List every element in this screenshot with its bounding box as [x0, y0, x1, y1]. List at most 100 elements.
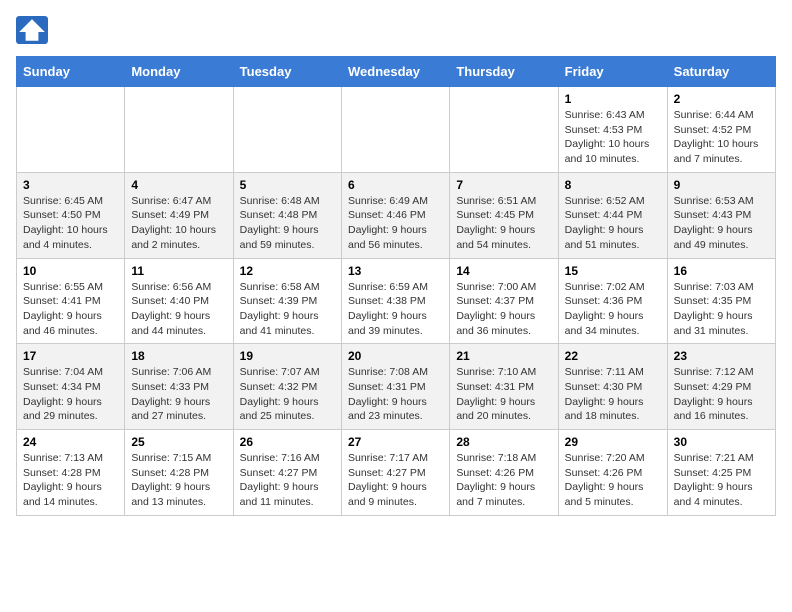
calendar-cell: 16Sunrise: 7:03 AM Sunset: 4:35 PM Dayli… [667, 258, 775, 344]
logo-icon [16, 16, 48, 44]
day-number: 24 [23, 435, 118, 449]
calendar-cell: 8 Sunrise: 6:52 AM Sunset: 4:44 PM Daylig… [558, 172, 667, 258]
day-number: 17 [23, 349, 118, 363]
calendar-cell: 27Sunrise: 7:17 AM Sunset: 4:27 PM Dayli… [341, 430, 449, 516]
day-info: Sunrise: 6:55 AM Sunset: 4:41 PM Dayligh… [23, 280, 118, 339]
calendar-cell: 24 Sunrise: 7:13 AM Sunset: 4:28 PM Dayli… [17, 430, 125, 516]
day-number: 4 [131, 178, 226, 192]
day-number: 3 [23, 178, 118, 192]
calendar-cell: 13 Sunrise: 6:59 AM Sunset: 4:38 PM Dayli… [341, 258, 449, 344]
day-info: Sunrise: 6:59 AM Sunset: 4:38 PM Dayligh… [348, 280, 443, 339]
day-info: Sunrise: 7:12 AM Sunset: 4:29 PM Dayligh… [674, 365, 769, 424]
day-info: Sunrise: 7:08 AM Sunset: 4:31 PM Dayligh… [348, 365, 443, 424]
day-number: 11 [131, 264, 226, 278]
calendar-cell: 12Sunrise: 6:58 AM Sunset: 4:39 PM Dayli… [233, 258, 341, 344]
day-info: Sunrise: 7:16 AM Sunset: 4:27 PM Dayligh… [240, 451, 335, 510]
header-wednesday: Wednesday [341, 57, 449, 87]
day-number: 8 [565, 178, 661, 192]
calendar-cell: 14 Sunrise: 7:00 AM Sunset: 4:37 PM Dayli… [450, 258, 558, 344]
day-info: Sunrise: 6:52 AM Sunset: 4:44 PM Dayligh… [565, 194, 661, 253]
day-number: 29 [565, 435, 661, 449]
day-info: Sunrise: 6:58 AM Sunset: 4:39 PM Dayligh… [240, 280, 335, 339]
day-number: 21 [456, 349, 551, 363]
day-info: Sunrise: 6:43 AM Sunset: 4:53 PM Dayligh… [565, 108, 661, 167]
calendar-table: SundayMondayTuesdayWednesdayThursdayFrid… [16, 56, 776, 516]
day-number: 18 [131, 349, 226, 363]
day-number: 25 [131, 435, 226, 449]
calendar-cell: 11 Sunrise: 6:56 AM Sunset: 4:40 PM Dayli… [125, 258, 233, 344]
day-number: 2 [674, 92, 769, 106]
calendar-cell [233, 87, 341, 173]
day-info: Sunrise: 6:56 AM Sunset: 4:40 PM Dayligh… [131, 280, 226, 339]
calendar-cell: 21 Sunrise: 7:10 AM Sunset: 4:31 PM Dayli… [450, 344, 558, 430]
day-number: 19 [240, 349, 335, 363]
header-sunday: Sunday [17, 57, 125, 87]
day-info: Sunrise: 7:00 AM Sunset: 4:37 PM Dayligh… [456, 280, 551, 339]
calendar-cell: 20 Sunrise: 7:08 AM Sunset: 4:31 PM Dayli… [341, 344, 449, 430]
calendar-cell: 17 Sunrise: 7:04 AM Sunset: 4:34 PM Dayli… [17, 344, 125, 430]
header-friday: Friday [558, 57, 667, 87]
day-info: Sunrise: 6:51 AM Sunset: 4:45 PM Dayligh… [456, 194, 551, 253]
header-saturday: Saturday [667, 57, 775, 87]
calendar-cell: 25 Sunrise: 7:15 AM Sunset: 4:28 PM Dayli… [125, 430, 233, 516]
header-tuesday: Tuesday [233, 57, 341, 87]
day-info: Sunrise: 7:02 AM Sunset: 4:36 PM Dayligh… [565, 280, 661, 339]
day-number: 14 [456, 264, 551, 278]
calendar-cell [341, 87, 449, 173]
week-row-2: 10Sunrise: 6:55 AM Sunset: 4:41 PM Dayli… [17, 258, 776, 344]
day-number: 15 [565, 264, 661, 278]
calendar-cell: 6 Sunrise: 6:49 AM Sunset: 4:46 PM Daylig… [341, 172, 449, 258]
day-info: Sunrise: 7:18 AM Sunset: 4:26 PM Dayligh… [456, 451, 551, 510]
calendar-header-row: SundayMondayTuesdayWednesdayThursdayFrid… [17, 57, 776, 87]
day-info: Sunrise: 6:48 AM Sunset: 4:48 PM Dayligh… [240, 194, 335, 253]
day-number: 30 [674, 435, 769, 449]
day-info: Sunrise: 7:20 AM Sunset: 4:26 PM Dayligh… [565, 451, 661, 510]
day-info: Sunrise: 6:44 AM Sunset: 4:52 PM Dayligh… [674, 108, 769, 167]
day-info: Sunrise: 6:45 AM Sunset: 4:50 PM Dayligh… [23, 194, 118, 253]
day-info: Sunrise: 7:07 AM Sunset: 4:32 PM Dayligh… [240, 365, 335, 424]
header-monday: Monday [125, 57, 233, 87]
day-number: 6 [348, 178, 443, 192]
day-info: Sunrise: 6:49 AM Sunset: 4:46 PM Dayligh… [348, 194, 443, 253]
calendar-cell: 10Sunrise: 6:55 AM Sunset: 4:41 PM Dayli… [17, 258, 125, 344]
day-info: Sunrise: 7:17 AM Sunset: 4:27 PM Dayligh… [348, 451, 443, 510]
day-number: 1 [565, 92, 661, 106]
day-number: 13 [348, 264, 443, 278]
day-info: Sunrise: 7:15 AM Sunset: 4:28 PM Dayligh… [131, 451, 226, 510]
calendar-cell: 30 Sunrise: 7:21 AM Sunset: 4:25 PM Dayli… [667, 430, 775, 516]
calendar-cell: 9 Sunrise: 6:53 AM Sunset: 4:43 PM Daylig… [667, 172, 775, 258]
page-header [16, 16, 776, 44]
day-info: Sunrise: 6:53 AM Sunset: 4:43 PM Dayligh… [674, 194, 769, 253]
day-info: Sunrise: 7:10 AM Sunset: 4:31 PM Dayligh… [456, 365, 551, 424]
calendar-cell: 22Sunrise: 7:11 AM Sunset: 4:30 PM Dayli… [558, 344, 667, 430]
calendar-cell [450, 87, 558, 173]
day-number: 23 [674, 349, 769, 363]
day-number: 26 [240, 435, 335, 449]
calendar-cell: 2 Sunrise: 6:44 AM Sunset: 4:52 PM Daylig… [667, 87, 775, 173]
calendar-cell: 23 Sunrise: 7:12 AM Sunset: 4:29 PM Dayli… [667, 344, 775, 430]
day-number: 9 [674, 178, 769, 192]
day-info: Sunrise: 7:03 AM Sunset: 4:35 PM Dayligh… [674, 280, 769, 339]
calendar-cell: 26 Sunrise: 7:16 AM Sunset: 4:27 PM Dayli… [233, 430, 341, 516]
calendar-cell: 28 Sunrise: 7:18 AM Sunset: 4:26 PM Dayli… [450, 430, 558, 516]
day-number: 5 [240, 178, 335, 192]
week-row-0: 1 Sunrise: 6:43 AM Sunset: 4:53 PM Daylig… [17, 87, 776, 173]
day-info: Sunrise: 7:04 AM Sunset: 4:34 PM Dayligh… [23, 365, 118, 424]
calendar-cell: 5 Sunrise: 6:48 AM Sunset: 4:48 PM Daylig… [233, 172, 341, 258]
day-number: 20 [348, 349, 443, 363]
calendar-cell: 3 Sunrise: 6:45 AM Sunset: 4:50 PM Daylig… [17, 172, 125, 258]
calendar-cell [125, 87, 233, 173]
week-row-3: 17 Sunrise: 7:04 AM Sunset: 4:34 PM Dayli… [17, 344, 776, 430]
logo [16, 16, 52, 44]
day-info: Sunrise: 7:13 AM Sunset: 4:28 PM Dayligh… [23, 451, 118, 510]
day-info: Sunrise: 7:06 AM Sunset: 4:33 PM Dayligh… [131, 365, 226, 424]
day-info: Sunrise: 7:21 AM Sunset: 4:25 PM Dayligh… [674, 451, 769, 510]
header-thursday: Thursday [450, 57, 558, 87]
calendar-cell: 7 Sunrise: 6:51 AM Sunset: 4:45 PM Daylig… [450, 172, 558, 258]
calendar-cell: 4Sunrise: 6:47 AM Sunset: 4:49 PM Daylig… [125, 172, 233, 258]
day-number: 7 [456, 178, 551, 192]
day-number: 28 [456, 435, 551, 449]
calendar-cell: 1 Sunrise: 6:43 AM Sunset: 4:53 PM Daylig… [558, 87, 667, 173]
week-row-1: 3 Sunrise: 6:45 AM Sunset: 4:50 PM Daylig… [17, 172, 776, 258]
calendar-cell: 29 Sunrise: 7:20 AM Sunset: 4:26 PM Dayli… [558, 430, 667, 516]
